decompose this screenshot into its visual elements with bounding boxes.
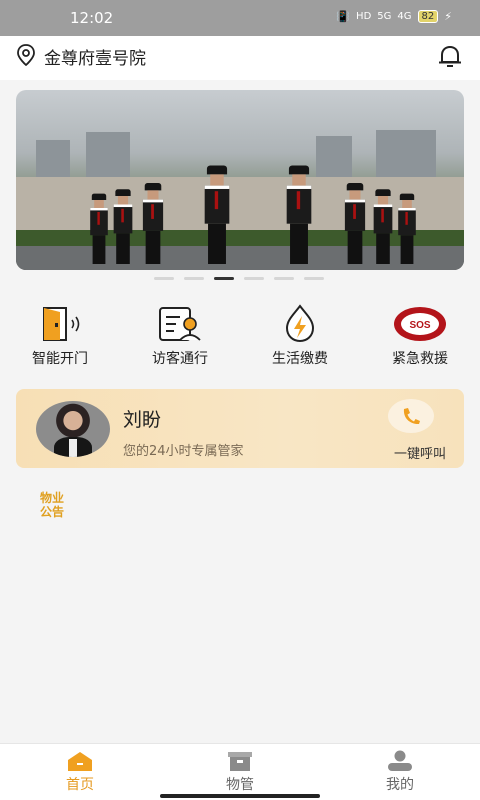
wall — [16, 177, 464, 232]
tab-label: 物管 — [226, 777, 254, 793]
guard-figure — [90, 193, 108, 264]
vibrate-icon: 📳 — [336, 10, 351, 23]
bell-icon[interactable] — [436, 42, 464, 70]
quick-action-label: 访客通行 — [152, 351, 208, 367]
bottom-tab-bar: 首页 物管 我的 — [0, 743, 480, 800]
carousel-dot[interactable] — [184, 277, 204, 280]
guard-figure — [344, 183, 366, 264]
quick-action-label: 生活缴费 — [272, 351, 328, 367]
carousel-dot-active[interactable] — [214, 277, 234, 280]
home-indicator — [160, 794, 320, 798]
network-type: HD — [356, 11, 372, 22]
manager-subtitle: 您的24小时专属管家 — [123, 444, 244, 459]
door-icon — [43, 307, 80, 341]
visitor-pass-button[interactable]: 访客通行 — [130, 300, 230, 368]
manager-card[interactable]: 刘盼 您的24小时专属管家 一键呼叫 — [16, 389, 464, 468]
phone-icon — [403, 408, 420, 425]
carousel-dot[interactable] — [274, 277, 294, 280]
call-button[interactable] — [388, 399, 434, 433]
guard-figure — [398, 193, 416, 264]
property-notice-label[interactable]: 物业公告 — [36, 491, 68, 519]
tab-home[interactable]: 首页 — [40, 750, 120, 794]
call-label[interactable]: 一键呼叫 — [394, 443, 446, 462]
tab-mine[interactable]: 我的 — [360, 750, 440, 794]
utility-payment-button[interactable]: 生活缴费 — [250, 300, 350, 368]
guard-figure — [286, 165, 312, 264]
tab-property[interactable]: 物管 — [200, 750, 280, 794]
smart-door-button[interactable]: 智能开门 — [10, 300, 110, 368]
ground — [16, 246, 464, 270]
tab-label: 我的 — [386, 777, 414, 793]
sos-icon: SOS — [394, 307, 446, 341]
sos-text: SOS — [409, 320, 430, 331]
charging-icon: ⚡ — [444, 10, 452, 23]
user-icon — [388, 750, 412, 771]
quick-action-label: 智能开门 — [32, 351, 88, 367]
status-bar: 12:02 📳 HD 5G 4G 82 ⚡ — [0, 0, 480, 36]
carousel-indicator — [154, 277, 324, 280]
guard-figure — [142, 183, 164, 264]
status-icons: 📳 HD 5G 4G 82 ⚡ — [336, 10, 452, 23]
tab-label: 首页 — [66, 777, 94, 793]
quick-actions: 智能开门 访客通行 生活缴费 SOS 紧急救援 — [0, 300, 480, 372]
emergency-rescue-button[interactable]: SOS 紧急救援 — [370, 300, 470, 368]
banner-carousel[interactable] — [16, 90, 464, 270]
manager-name: 刘盼 — [123, 409, 162, 431]
guard-figure — [113, 189, 133, 264]
status-time: 12:02 — [70, 9, 114, 27]
community-name[interactable]: 金尊府壹号院 — [44, 44, 146, 69]
visitor-icon — [159, 307, 201, 341]
guard-figure — [204, 165, 230, 264]
bolt-icon — [285, 304, 315, 343]
signal-5g: 5G — [377, 11, 392, 22]
carousel-dot[interactable] — [244, 277, 264, 280]
quick-action-label: 紧急救援 — [392, 351, 448, 367]
location-pin-icon — [17, 44, 35, 66]
home-icon — [68, 752, 92, 771]
signal-4g: 4G — [397, 11, 412, 22]
guard-figure — [373, 189, 393, 264]
property-icon — [228, 752, 252, 771]
header: 金尊府壹号院 — [0, 36, 480, 80]
battery-indicator: 82 — [417, 10, 439, 23]
manager-avatar — [36, 401, 110, 457]
carousel-dot[interactable] — [304, 277, 324, 280]
carousel-dot[interactable] — [154, 277, 174, 280]
